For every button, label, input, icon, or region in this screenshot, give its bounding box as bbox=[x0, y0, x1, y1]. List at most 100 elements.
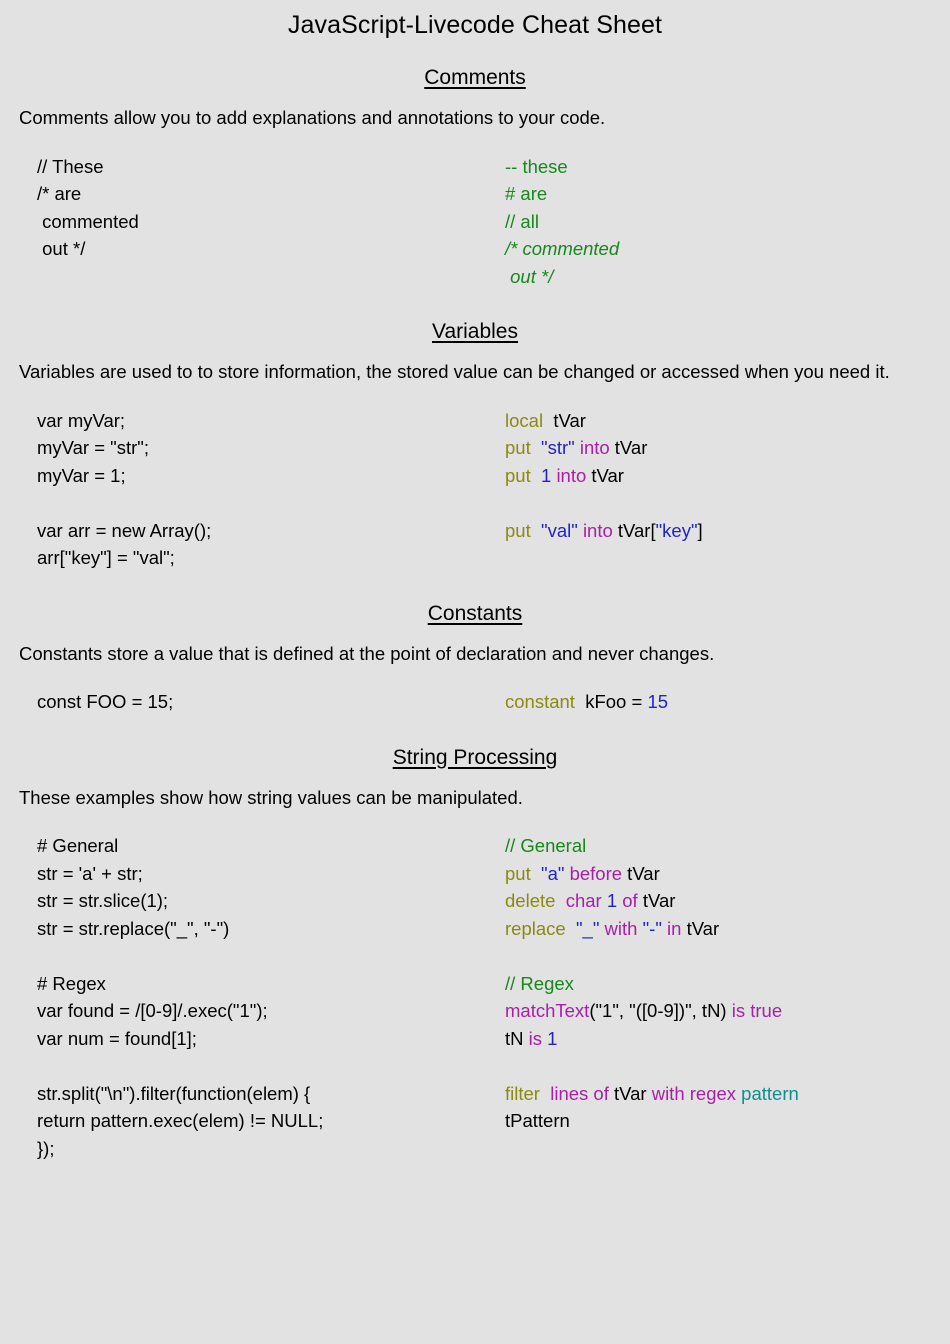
section-description-variables: Variables are used to to store informati… bbox=[19, 361, 890, 383]
token-operator: is true bbox=[731, 1000, 783, 1022]
token-identifier: kFoo = bbox=[574, 691, 648, 713]
code-block-js-string-processing: # General str = 'a' + str; str = str.sli… bbox=[0, 832, 495, 1162]
code-line: out */ bbox=[37, 238, 86, 260]
code-block-livecode-constants: constant kFoo = 15 bbox=[495, 688, 950, 716]
token-operator: in bbox=[667, 917, 682, 939]
page-title: JavaScript-Livecode Cheat Sheet bbox=[287, 11, 663, 39]
token-identifier: tN bbox=[505, 1027, 529, 1049]
code-line: -- these bbox=[505, 155, 568, 177]
token-identifier: tVar bbox=[637, 890, 676, 912]
token-number: 15 bbox=[647, 691, 669, 713]
code-line: // These bbox=[37, 155, 104, 177]
token-identifier: tVar[ bbox=[612, 519, 656, 541]
code-line: return pattern.exec(elem) != NULL; bbox=[37, 1110, 324, 1132]
token-pattern: pattern bbox=[741, 1082, 799, 1104]
section-heading-comments: Comments bbox=[424, 66, 526, 89]
code-line: // Regex bbox=[505, 972, 574, 994]
token-identifier: tVar bbox=[609, 437, 648, 459]
code-block-livecode-string-processing: // General put "a" before tVar delete ch… bbox=[495, 832, 950, 1135]
code-block-js-variables: var myVar; myVar = "str"; myVar = 1; var… bbox=[0, 407, 495, 572]
code-comparison-variables: var myVar; myVar = "str"; myVar = 1; var… bbox=[0, 407, 950, 572]
code-comparison-comments: // These /* are commented out */ -- thes… bbox=[0, 153, 950, 291]
section-variables: Variables Variables are used to to store… bbox=[0, 320, 950, 572]
section-heading-constants: Constants bbox=[427, 601, 523, 625]
code-comparison-string-processing: # General str = 'a' + str; str = str.sli… bbox=[0, 832, 950, 1162]
code-line: tN is 1 bbox=[505, 1028, 557, 1049]
code-comparison-constants: const FOO = 15; constant kFoo = 15 bbox=[0, 688, 950, 716]
token-identifier: tVar bbox=[586, 464, 624, 486]
token-operator: into bbox=[556, 464, 587, 486]
section-heading-string-processing: String Processing bbox=[392, 745, 558, 769]
code-line: /* commented bbox=[505, 238, 620, 260]
token-number: 1 bbox=[547, 1027, 558, 1049]
code-line: matchText("1", "([0-9])", tN) is true bbox=[505, 1000, 782, 1021]
token-identifier: tVar bbox=[622, 862, 660, 884]
code-block-js-constants: const FOO = 15; bbox=[0, 688, 495, 716]
token-keyword: constant bbox=[505, 691, 575, 713]
section-string-processing: String Processing These examples show ho… bbox=[0, 746, 950, 1163]
token-number: 1 bbox=[606, 890, 618, 912]
code-line: str = 'a' + str; bbox=[37, 862, 143, 884]
code-line: /* are bbox=[37, 183, 82, 205]
section-heading-variables: Variables bbox=[432, 320, 518, 344]
code-line: put 1 into tVar bbox=[505, 465, 624, 486]
code-line: commented bbox=[37, 210, 139, 232]
code-line: delete char 1 of tVar bbox=[505, 890, 675, 911]
code-line: local tVar bbox=[505, 410, 586, 431]
token-operator: lines of bbox=[550, 1082, 609, 1104]
code-line: var arr = new Array(); bbox=[37, 519, 212, 541]
code-line: myVar = "str"; bbox=[37, 437, 149, 459]
code-line: out */ bbox=[505, 265, 554, 287]
token-operator: of bbox=[622, 890, 638, 912]
code-line: replace "_" with "-" in tVar bbox=[505, 918, 719, 939]
code-line: // General bbox=[505, 835, 587, 857]
section-description-string-processing: These examples show how string values ca… bbox=[19, 786, 523, 808]
token-string: "key" bbox=[655, 519, 698, 541]
token-operator: into bbox=[579, 437, 610, 459]
token-string: "str" bbox=[541, 437, 575, 459]
token-string: "a" bbox=[541, 862, 565, 884]
token-identifier: ("1", "([0-9])", tN) bbox=[589, 1000, 727, 1022]
token-keyword: put bbox=[505, 437, 531, 459]
token-string: "val" bbox=[541, 519, 578, 541]
token-keyword: delete bbox=[505, 890, 556, 912]
section-description-constants: Constants store a value that is defined … bbox=[19, 642, 715, 664]
token-identifier: tVar bbox=[608, 1082, 652, 1104]
code-line: }); bbox=[37, 1137, 55, 1159]
code-line: str = str.slice(1); bbox=[37, 890, 169, 912]
token-keyword: put bbox=[505, 464, 531, 486]
code-line: myVar = 1; bbox=[37, 464, 126, 486]
token-operator: into bbox=[582, 519, 613, 541]
cheat-sheet-page: JavaScript-Livecode Cheat Sheet Comments… bbox=[0, 0, 950, 1344]
token-operator: before bbox=[569, 862, 623, 884]
code-line: str = str.replace("_", "-") bbox=[37, 917, 230, 939]
code-line: put "a" before tVar bbox=[505, 863, 660, 884]
code-line: tPattern bbox=[505, 1110, 570, 1132]
token-operator: is bbox=[528, 1027, 543, 1049]
code-line: put "str" into tVar bbox=[505, 437, 647, 458]
code-line: str.split("\n").filter(function(elem) { bbox=[37, 1082, 311, 1104]
code-line: filter lines of tVar with regex pattern bbox=[505, 1083, 799, 1104]
token-identifier: tVar bbox=[681, 917, 720, 939]
code-line: var num = found[1]; bbox=[37, 1027, 197, 1049]
code-line: // all bbox=[505, 210, 539, 232]
code-line: var found = /[0-9]/.exec("1"); bbox=[37, 1000, 268, 1022]
code-block-livecode-comments: -- these # are // all /* commented out *… bbox=[495, 153, 950, 291]
code-line: var myVar; bbox=[37, 409, 126, 431]
token-function: matchText bbox=[505, 1000, 590, 1022]
token-number: 1 bbox=[541, 464, 552, 486]
code-line: # Regex bbox=[37, 972, 106, 994]
token-operator: char bbox=[565, 890, 602, 912]
token-identifier: tVar bbox=[543, 409, 586, 431]
code-line: constant kFoo = 15 bbox=[505, 691, 668, 712]
code-line: put "val" into tVar["key"] bbox=[505, 519, 703, 541]
code-line: arr["key"] = "val"; bbox=[37, 547, 175, 569]
code-line: # are bbox=[505, 183, 548, 205]
section-description-comments: Comments allow you to add explanations a… bbox=[19, 107, 606, 128]
section-constants: Constants Constants store a value that i… bbox=[0, 602, 950, 716]
